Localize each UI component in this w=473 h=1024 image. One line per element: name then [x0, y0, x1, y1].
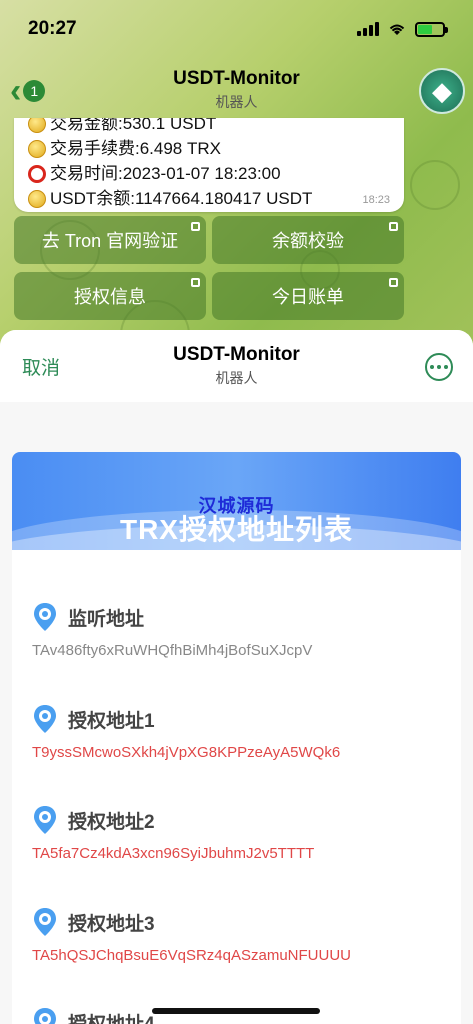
address-value[interactable]: T9yssSMcwoSXkh4jVpXG8KPPzeAyA5WQk6: [32, 744, 452, 761]
message-time: 18:23: [362, 194, 390, 206]
home-indicator[interactable]: [152, 1008, 320, 1014]
list-item: 授权地址3 TA5hQSJChqBsuE6VqSRz4qASzamuNFUUUU: [32, 907, 452, 964]
link-corner-icon: [191, 278, 200, 287]
chat-subtitle: 机器人: [215, 94, 258, 110]
address-value[interactable]: TA5hQSJChqBsuE6VqSRz4qASzamuNFUUUU: [32, 947, 452, 964]
status-bar: 20:27: [0, 0, 473, 58]
coin-icon: [28, 118, 46, 133]
location-pin-icon: [34, 603, 56, 631]
cancel-button[interactable]: 取消: [22, 353, 60, 380]
address-label: 授权地址1: [68, 710, 155, 732]
message-line: 交易手续费:6.498 TRX: [28, 136, 390, 161]
address-label: 授权地址3: [68, 913, 155, 935]
chat-header: ‹ 1 USDT-Monitor 机器人 ◆: [0, 62, 473, 120]
webapp-sheet: 取消 USDT-Monitor 机器人 汉城源码 TRX授权地址列表 监听地址 …: [0, 330, 473, 1024]
diamond-icon: ◆: [432, 75, 452, 106]
list-item: 授权地址1 T9yssSMcwoSXkh4jVpXG8KPPzeAyA5WQk6: [32, 704, 452, 761]
address-value[interactable]: TA5fa7Cz4kdA3xcn96SyiJbuhmJ2v5TTTT: [32, 845, 452, 862]
message-line: 交易金额:530.1 USDT: [28, 118, 390, 136]
wifi-icon: [389, 24, 405, 35]
location-pin-icon: [34, 705, 56, 733]
coin-icon: [28, 139, 46, 158]
banner-title: TRX授权地址列表: [119, 514, 353, 545]
today-bill-button[interactable]: 今日账单: [212, 272, 404, 320]
more-options-icon[interactable]: [425, 353, 453, 381]
balance-check-button[interactable]: 余额校验: [212, 216, 404, 264]
link-corner-icon: [389, 222, 398, 231]
link-corner-icon: [191, 222, 200, 231]
sheet-title: USDT-Monitor: [173, 344, 300, 365]
address-label: 监听地址: [68, 608, 145, 630]
unread-count-badge: 1: [23, 80, 46, 102]
sheet-subtitle: 机器人: [215, 370, 258, 386]
alarm-clock-icon: [28, 164, 46, 183]
address-card: 汉城源码 TRX授权地址列表 监听地址 TAv486fty6xRuWHQfhBi…: [12, 452, 461, 1024]
back-button[interactable]: ‹ 1: [10, 72, 46, 110]
list-item: 监听地址 TAv486fty6xRuWHQfhBiMh4jBofSuXJcpV: [32, 602, 452, 659]
bot-avatar[interactable]: ◆: [419, 68, 465, 114]
address-label: 授权地址4: [68, 1013, 155, 1024]
battery-charging-icon: [415, 21, 448, 37]
message-bubble: 交易金额:530.1 USDT 交易手续费:6.498 TRX 交易时间:202…: [14, 118, 404, 212]
location-pin-icon: [34, 1008, 56, 1024]
message-line: 交易时间:2023-01-07 18:23:00: [28, 161, 390, 186]
message-line: USDT余额:1147664.180417 USDT: [28, 186, 390, 211]
location-pin-icon: [34, 806, 56, 834]
keyboard-row: 授权信息 今日账单: [14, 272, 404, 320]
link-corner-icon: [389, 278, 398, 287]
list-item: 授权地址2 TA5fa7Cz4kdA3xcn96SyiJbuhmJ2v5TTTT: [32, 805, 452, 862]
status-time: 20:27: [28, 18, 77, 39]
cellular-signal-icon: [357, 22, 379, 36]
keyboard-row: 去 Tron 官网验证 余额校验: [14, 216, 404, 264]
verify-tron-button[interactable]: 去 Tron 官网验证: [14, 216, 206, 264]
chat-title: USDT-Monitor: [173, 68, 300, 89]
coin-icon: [28, 189, 46, 208]
address-value[interactable]: TAv486fty6xRuWHQfhBiMh4jBofSuXJcpV: [32, 642, 452, 659]
banner: 汉城源码 TRX授权地址列表: [12, 452, 461, 550]
address-label: 授权地址2: [68, 811, 155, 833]
auth-info-button[interactable]: 授权信息: [14, 272, 206, 320]
sheet-header: 取消 USDT-Monitor 机器人: [0, 330, 473, 402]
location-pin-icon: [34, 908, 56, 936]
chevron-left-icon: ‹: [10, 72, 22, 110]
